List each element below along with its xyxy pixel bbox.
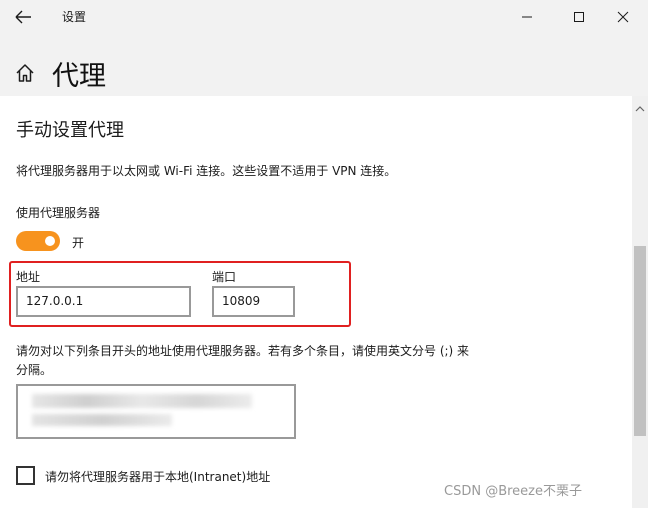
address-label: 地址 — [16, 270, 41, 284]
scroll-up-icon[interactable] — [635, 98, 645, 112]
use-proxy-label: 使用代理服务器 — [16, 206, 101, 220]
window-title: 设置 — [62, 10, 87, 24]
blurred-text — [32, 394, 252, 408]
bypass-local-label: 请勿将代理服务器用于本地(Intranet)地址 — [45, 470, 271, 484]
close-icon[interactable] — [611, 6, 635, 28]
scrollbar-thumb[interactable] — [634, 246, 646, 436]
exclusions-description: 请勿对以下列条目开头的地址使用代理服务器。若有多个条目，请使用英文分号 (;) … — [16, 344, 470, 377]
use-proxy-toggle[interactable] — [16, 231, 60, 251]
watermark: CSDN @Breeze不栗子 — [444, 484, 582, 499]
page-title: 代理 — [52, 61, 106, 92]
minimize-icon[interactable] — [515, 6, 539, 28]
section-title: 手动设置代理 — [16, 120, 124, 141]
page-header: 代理 — [0, 34, 648, 96]
exclusions-input[interactable] — [16, 384, 296, 439]
bypass-local-checkbox[interactable] — [16, 466, 35, 485]
toggle-state-label: 开 — [72, 236, 85, 250]
blurred-text — [32, 414, 172, 426]
port-label: 端口 — [212, 270, 237, 284]
port-value: 10809 — [222, 294, 261, 308]
home-icon[interactable] — [14, 62, 36, 84]
section-description: 将代理服务器用于以太网或 Wi-Fi 连接。这些设置不适用于 VPN 连接。 — [16, 164, 397, 178]
title-bar: 设置 — [0, 0, 648, 34]
scrollbar[interactable] — [632, 96, 648, 508]
toggle-knob — [45, 236, 55, 246]
address-input[interactable]: 127.0.0.1 — [16, 286, 191, 317]
address-value: 127.0.0.1 — [26, 294, 84, 308]
port-input[interactable]: 10809 — [212, 286, 295, 317]
back-arrow-icon[interactable] — [10, 5, 36, 29]
maximize-icon[interactable] — [567, 6, 591, 28]
